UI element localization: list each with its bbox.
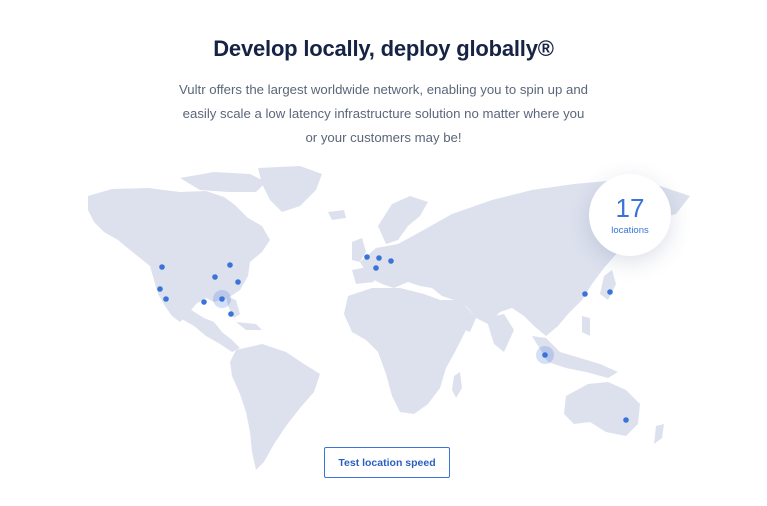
location-dot [163,296,169,302]
test-location-speed-button[interactable]: Test location speed [324,447,450,478]
locations-count-badge: 17 locations [589,174,671,256]
location-dot [582,291,588,297]
location-dot [212,274,218,280]
location-dot [201,299,207,305]
location-dot [219,296,225,302]
location-dot [373,265,379,271]
location-dot [623,417,629,423]
location-dot [228,311,234,317]
locations-count: 17 [615,193,645,223]
location-dot [376,255,382,261]
world-map [88,166,690,470]
location-dot [157,286,163,292]
location-dot [607,289,613,295]
location-dot [227,262,233,268]
location-dot [159,264,165,270]
location-dot [542,352,548,358]
location-dot [388,258,394,264]
location-dot [364,254,370,260]
location-dot [235,279,241,285]
locations-label: locations [611,225,649,236]
